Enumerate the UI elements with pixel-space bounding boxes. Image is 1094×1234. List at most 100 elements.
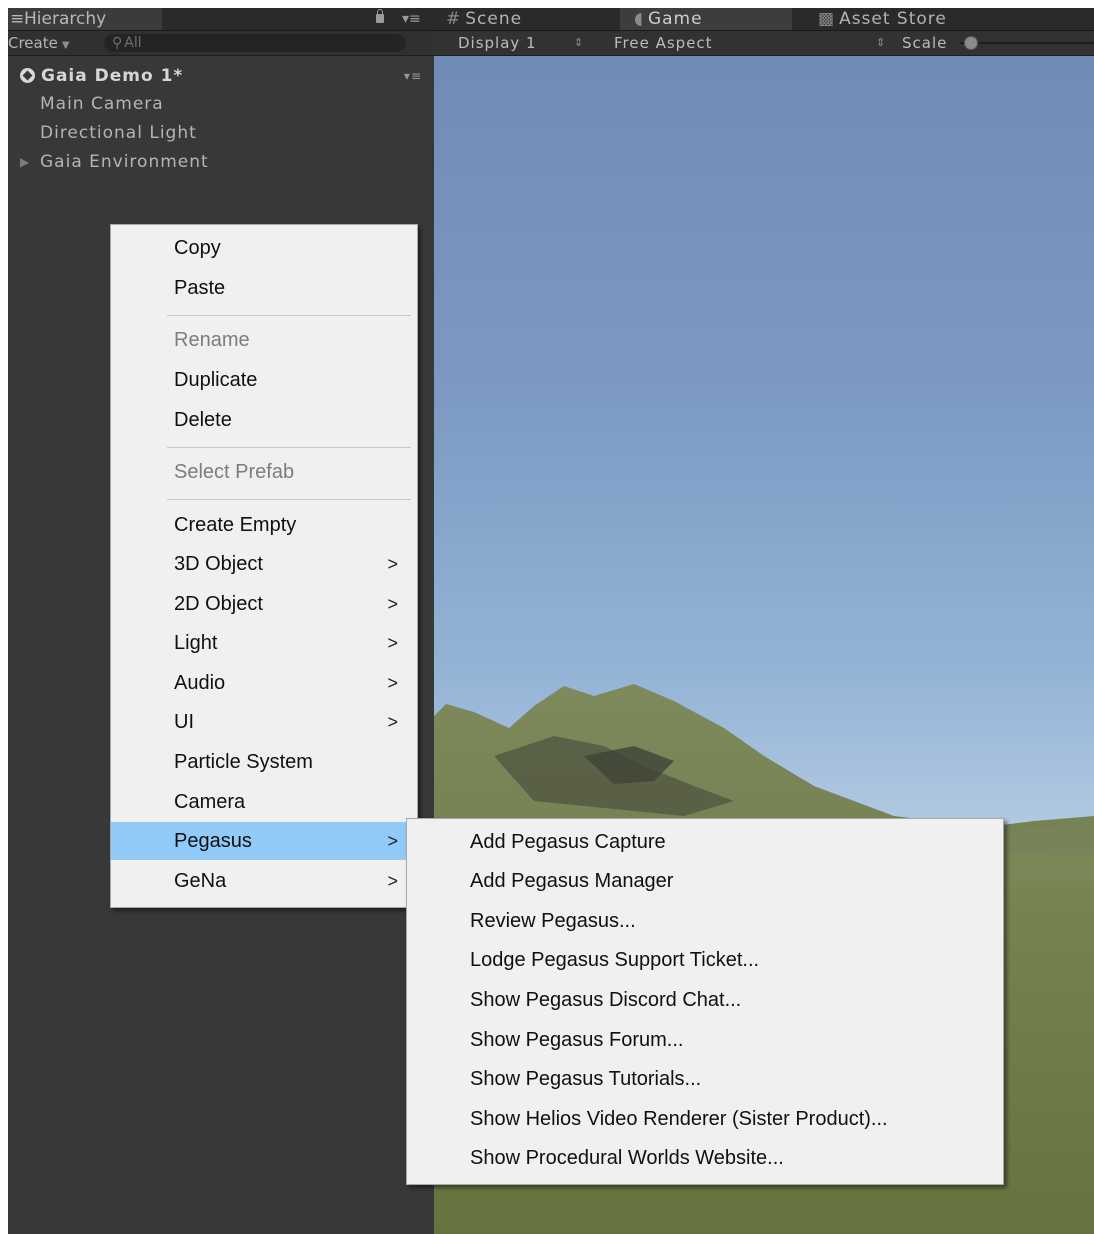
hierarchy-tab-label: Hierarchy (24, 9, 107, 29)
menu-item-label: Review Pegasus... (470, 910, 636, 932)
tab-scene[interactable]: # Scene (446, 8, 608, 30)
hierarchy-toolbar: Create ▼ ⚲ All (8, 31, 434, 56)
hierarchy-item-gaia-environment[interactable]: ▶ Gaia Environment (8, 148, 434, 177)
menu-item-label: Pegasus (174, 830, 252, 852)
caret-down-icon: ▼ (61, 40, 70, 51)
menu-item-label: GeNa (174, 870, 227, 892)
dropdown-arrows-icon: ⇕ (574, 36, 585, 49)
search-icon: ⚲ (112, 35, 123, 51)
menu-item-label: Delete (174, 409, 232, 431)
menu-separator (167, 315, 411, 316)
aspect-dropdown[interactable]: Free Aspect (614, 31, 713, 55)
menu-item-delete[interactable]: Delete (111, 401, 417, 439)
menu-item-label: Copy (174, 237, 221, 259)
lock-icon[interactable] (376, 9, 384, 23)
menu-item-procedural-worlds-website[interactable]: Show Procedural Worlds Website... (407, 1139, 1003, 1177)
menu-item-particle-system[interactable]: Particle System (111, 743, 417, 781)
menu-item-label: Rename (174, 329, 250, 351)
menu-item-label: Add Pegasus Manager (470, 870, 674, 892)
menu-item-label: 3D Object (174, 553, 263, 575)
menu-item-camera[interactable]: Camera (111, 783, 417, 821)
hierarchy-context-menu: Copy Paste Rename Duplicate Delete Selec… (110, 224, 418, 908)
menu-item-label: Create Empty (174, 514, 297, 536)
menu-item-label: Audio (174, 672, 226, 694)
menu-item-pegasus[interactable]: Pegasus > (111, 822, 417, 860)
pacman-icon: ◖ (634, 9, 644, 29)
tab-game[interactable]: ◖ Game (620, 8, 792, 30)
menu-item-rename: Rename (111, 321, 417, 359)
menu-item-helios-video-renderer[interactable]: Show Helios Video Renderer (Sister Produ… (407, 1100, 1003, 1138)
hierarchy-item-label: Directional Light (40, 123, 197, 143)
menu-item-label: Camera (174, 791, 246, 813)
grid-icon: # (446, 9, 462, 29)
hierarchy-tab[interactable]: ≡Hierarchy (8, 8, 162, 30)
panel-menu-icon[interactable]: ▾≡ (402, 8, 421, 30)
menu-item-label: Show Pegasus Discord Chat... (470, 989, 742, 1011)
display-dropdown[interactable]: Display 1 (458, 31, 537, 55)
game-toolbar: Display 1 ⇕ Free Aspect ⇕ Scale (434, 31, 1094, 56)
submenu-arrow-icon: > (387, 633, 398, 653)
menu-item-add-pegasus-capture[interactable]: Add Pegasus Capture (407, 823, 1003, 861)
submenu-arrow-icon: > (387, 871, 398, 891)
pegasus-submenu: Add Pegasus Capture Add Pegasus Manager … (406, 818, 1004, 1185)
submenu-arrow-icon: > (387, 831, 398, 851)
create-dropdown[interactable]: Create ▼ (8, 31, 70, 55)
menu-item-lodge-support-ticket[interactable]: Lodge Pegasus Support Ticket... (407, 941, 1003, 979)
menu-item-pegasus-tutorials[interactable]: Show Pegasus Tutorials... (407, 1060, 1003, 1098)
menu-item-audio[interactable]: Audio > (111, 664, 417, 702)
dropdown-arrows-icon: ⇕ (876, 36, 887, 49)
view-tab-bar: # Scene ◖ Game ▩ Asset Store (434, 8, 1094, 31)
menu-item-label: UI (174, 711, 194, 733)
hierarchy-tab-bar: ≡Hierarchy ▾≡ (8, 8, 434, 31)
menu-separator (167, 499, 411, 500)
scale-label: Scale (902, 34, 948, 52)
menu-item-label: Add Pegasus Capture (470, 831, 666, 853)
submenu-arrow-icon: > (387, 712, 398, 732)
menu-item-pegasus-forum[interactable]: Show Pegasus Forum... (407, 1021, 1003, 1059)
foldout-arrow-icon[interactable]: ▶ (20, 148, 30, 177)
scene-menu-icon[interactable]: ▾≡ (404, 63, 422, 90)
hamburger-icon: ≡ (10, 9, 25, 29)
scene-name: Gaia Demo 1* (41, 66, 184, 86)
submenu-arrow-icon: > (387, 673, 398, 693)
create-label: Create (8, 34, 58, 52)
menu-item-duplicate[interactable]: Duplicate (111, 361, 417, 399)
hierarchy-item-label: Gaia Environment (40, 152, 209, 172)
slider-track (960, 42, 1094, 44)
menu-item-label: Show Helios Video Renderer (Sister Produ… (470, 1108, 888, 1130)
menu-item-label: Show Pegasus Forum... (470, 1029, 684, 1051)
menu-item-light[interactable]: Light > (111, 624, 417, 662)
menu-item-label: 2D Object (174, 593, 263, 615)
slider-thumb[interactable] (964, 36, 978, 50)
hierarchy-item-directional-light[interactable]: Directional Light (8, 119, 434, 148)
unity-scene-icon (20, 68, 35, 83)
menu-item-copy[interactable]: Copy (111, 229, 417, 267)
tab-game-label: Game (647, 9, 703, 29)
hierarchy-search-input[interactable]: ⚲ All (104, 34, 406, 52)
tab-asset-store[interactable]: ▩ Asset Store (796, 8, 996, 30)
menu-item-create-empty[interactable]: Create Empty (111, 506, 417, 544)
menu-item-label: Show Procedural Worlds Website... (470, 1147, 784, 1169)
menu-item-add-pegasus-manager[interactable]: Add Pegasus Manager (407, 862, 1003, 900)
tab-scene-label: Scene (465, 9, 523, 29)
menu-item-2d-object[interactable]: 2D Object > (111, 585, 417, 623)
menu-item-gena[interactable]: GeNa > (111, 862, 417, 900)
scale-slider[interactable] (960, 35, 1094, 51)
store-bag-icon: ▩ (818, 9, 836, 29)
menu-item-label: Select Prefab (174, 461, 295, 483)
tab-asset-store-label: Asset Store (839, 9, 947, 29)
scene-header[interactable]: Gaia Demo 1* ▾≡ (8, 63, 434, 90)
menu-item-label: Lodge Pegasus Support Ticket... (470, 949, 760, 971)
search-placeholder: All (124, 35, 142, 51)
menu-item-discord-chat[interactable]: Show Pegasus Discord Chat... (407, 981, 1003, 1019)
menu-item-review-pegasus[interactable]: Review Pegasus... (407, 902, 1003, 940)
menu-item-3d-object[interactable]: 3D Object > (111, 545, 417, 583)
hierarchy-list: Gaia Demo 1* ▾≡ Main Camera Directional … (8, 63, 434, 177)
menu-item-label: Particle System (174, 751, 313, 773)
menu-item-label: Show Pegasus Tutorials... (470, 1068, 702, 1090)
submenu-arrow-icon: > (387, 594, 398, 614)
hierarchy-item-main-camera[interactable]: Main Camera (8, 90, 434, 119)
menu-item-paste[interactable]: Paste (111, 269, 417, 307)
menu-item-select-prefab: Select Prefab (111, 453, 417, 491)
menu-item-ui[interactable]: UI > (111, 703, 417, 741)
